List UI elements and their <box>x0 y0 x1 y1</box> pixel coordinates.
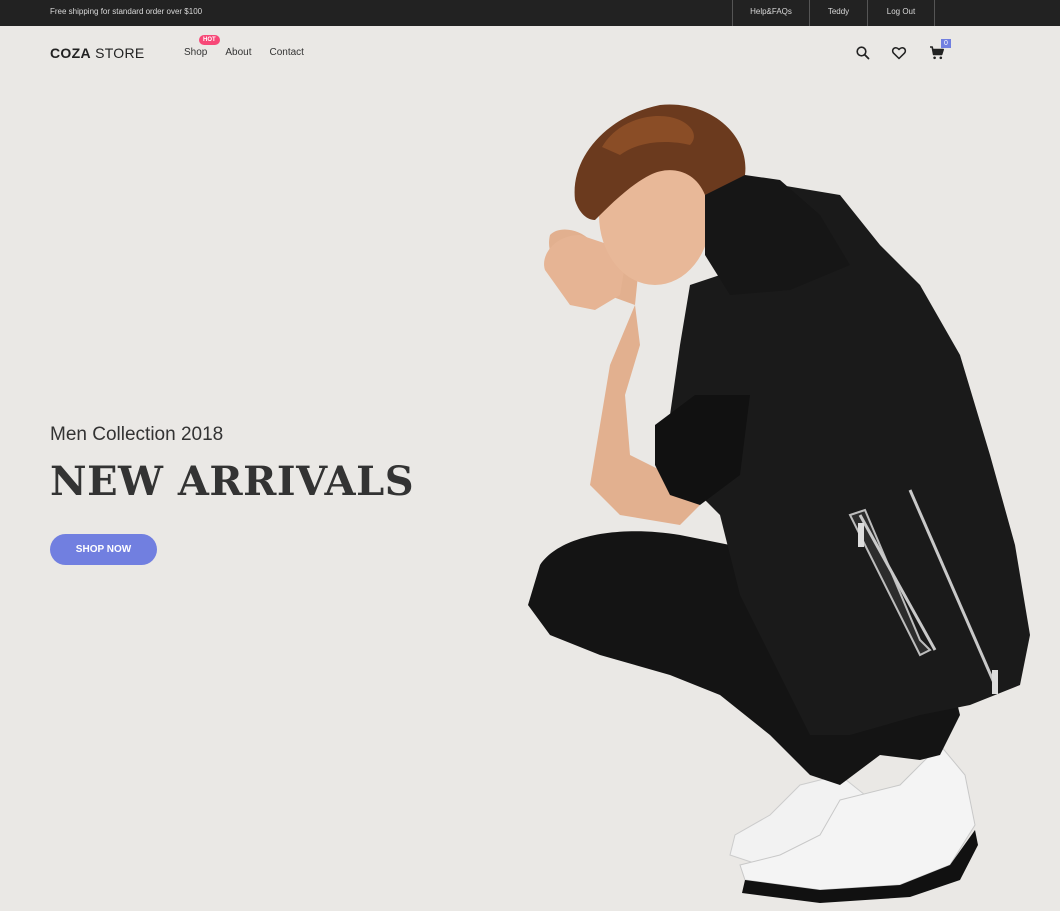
nav-shop[interactable]: Shop HOT <box>184 35 220 58</box>
logo-bold: COZA <box>50 45 91 61</box>
hero-text: Men Collection 2018 NEW ARRIVALS SHOP NO… <box>50 424 415 565</box>
shop-now-button[interactable]: SHOP NOW <box>50 534 157 565</box>
top-bar: Free shipping for standard order over $1… <box>0 0 1060 26</box>
cart-count-badge: 0 <box>941 39 951 48</box>
logout-link[interactable]: Log Out <box>867 0 935 26</box>
logo[interactable]: COZA STORE <box>50 45 145 61</box>
account-link[interactable]: Teddy <box>809 0 867 26</box>
hero-model-image <box>528 104 1030 903</box>
heart-icon[interactable] <box>891 45 907 61</box>
hot-badge: HOT <box>199 35 220 45</box>
search-icon[interactable] <box>855 45 871 61</box>
shipping-notice: Free shipping for standard order over $1… <box>50 7 203 16</box>
nav-contact[interactable]: Contact <box>270 47 304 58</box>
hero-subtitle: Men Collection 2018 <box>50 424 224 445</box>
main-nav: Shop HOT About Contact <box>184 35 304 58</box>
main-header: COZA STORE Shop HOT About Contact 0 <box>0 26 1060 81</box>
cart[interactable]: 0 <box>929 39 951 61</box>
header-icons: 0 <box>855 39 951 61</box>
hero-title: NEW ARRIVALS <box>50 458 415 505</box>
top-links: Help&FAQs Teddy Log Out <box>732 0 935 26</box>
nav-shop-label: Shop <box>184 47 208 58</box>
help-faqs-link[interactable]: Help&FAQs <box>732 0 809 26</box>
nav-about[interactable]: About <box>225 47 251 58</box>
logo-rest: STORE <box>90 45 145 61</box>
